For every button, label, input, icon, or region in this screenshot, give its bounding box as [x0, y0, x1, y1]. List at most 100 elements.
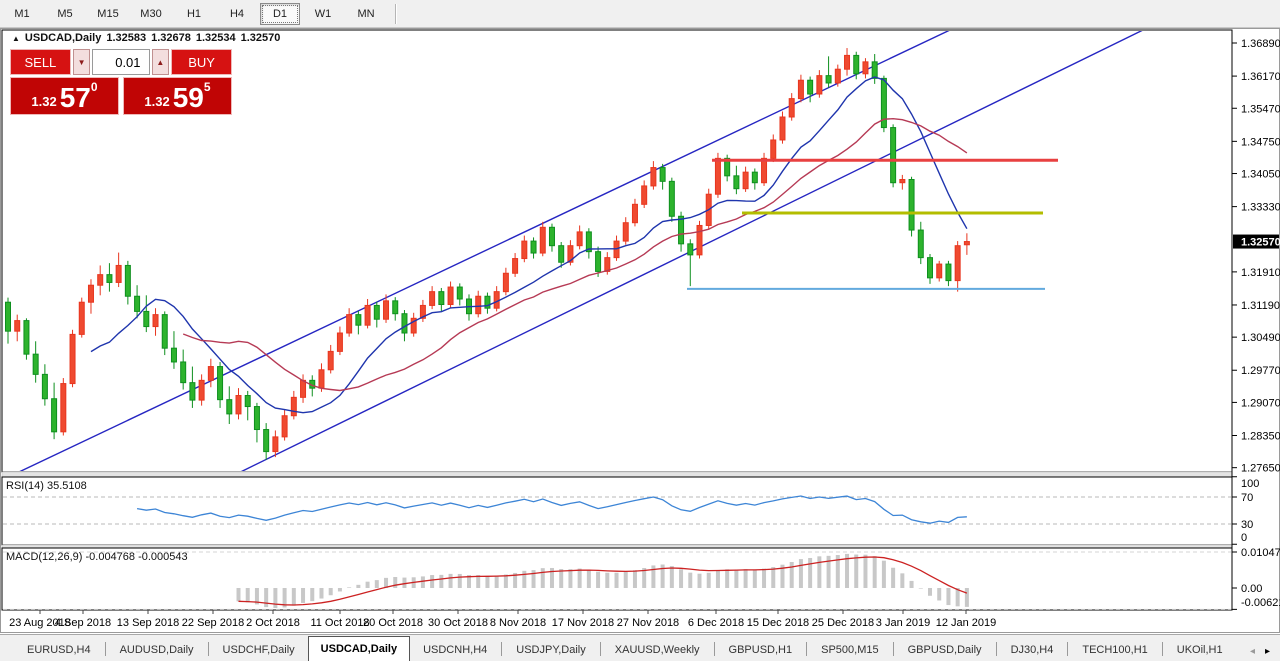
price-axis-tick: 1.30490	[1241, 332, 1280, 344]
price-axis-tick: 1.35470	[1241, 103, 1280, 115]
chart-tab-EURUSD-H4[interactable]: EURUSD,H4	[14, 638, 104, 660]
sell-price-button[interactable]: 1.32 57 0	[10, 77, 119, 115]
tab-separator	[105, 642, 106, 656]
rsi-axis-tick: 100	[1241, 478, 1259, 490]
date-axis-label: 22 Sep 2018	[182, 617, 244, 629]
buy-price-pips: 59	[173, 85, 204, 111]
tab-separator	[714, 642, 715, 656]
arrow-up-icon: ▲	[156, 58, 164, 67]
rsi-axis-tick: 70	[1241, 492, 1253, 504]
macd-axis-tick: 0.00	[1241, 583, 1262, 595]
date-axis-label: 15 Dec 2018	[747, 617, 809, 629]
chart-tab-USDCHF-Daily[interactable]: USDCHF,Daily	[210, 638, 308, 660]
sell-button[interactable]: SELL	[10, 49, 71, 75]
volume-increase-button[interactable]: ▲	[152, 49, 170, 75]
arrow-down-icon: ▼	[78, 58, 86, 67]
date-axis-label: 11 Oct 2018	[310, 617, 369, 629]
chart-title: ▲ USDCAD,Daily 1.32583 1.32678 1.32534 1…	[12, 32, 280, 44]
volume-decrease-button[interactable]: ▼	[73, 49, 91, 75]
tab-separator	[208, 642, 209, 656]
timeframe-button-M5[interactable]: M5	[45, 3, 85, 25]
timeframe-button-H4[interactable]: H4	[217, 3, 257, 25]
timeframe-button-M15[interactable]: M15	[88, 3, 128, 25]
date-axis-label: 20 Oct 2018	[363, 617, 423, 629]
date-axis-label: 25 Dec 2018	[812, 617, 874, 629]
price-axis-tick: 1.34050	[1241, 169, 1280, 181]
timeframe-button-D1[interactable]: D1	[260, 3, 300, 25]
chart-tab-SP500-M15[interactable]: SP500,M15	[808, 638, 891, 660]
tab-separator	[806, 642, 807, 656]
chart-tab-UKOil-H1[interactable]: UKOil,H1	[1164, 638, 1236, 660]
one-click-trading-panel: SELL ▼ 0.01 ▲ BUY 1.32 57 0 1.32 59	[10, 49, 232, 115]
rsi-axis-tick: 30	[1241, 519, 1253, 531]
collapse-triangle-icon[interactable]: ▲	[12, 34, 20, 43]
macd-axis-tick: -0.006218	[1241, 597, 1280, 609]
volume-input[interactable]: 0.01	[92, 49, 149, 75]
tab-separator	[501, 642, 502, 656]
chart-tab-GBPUSD-H1[interactable]: GBPUSD,H1	[716, 638, 806, 660]
date-axis-label: 3 Jan 2019	[876, 617, 930, 629]
rsi-value: 35.5108	[47, 480, 87, 492]
timeframe-button-H1[interactable]: H1	[174, 3, 214, 25]
chart-tab-DJ30-H4[interactable]: DJ30,H4	[998, 638, 1067, 660]
macd-main-value: -0.004768	[85, 551, 135, 563]
timeframe-button-M1[interactable]: M1	[2, 3, 42, 25]
buy-price-point: 5	[204, 80, 211, 94]
date-axis-label: 4 Sep 2018	[55, 617, 111, 629]
chart-tab-XAUUSD-Weekly[interactable]: XAUUSD,Weekly	[602, 638, 713, 660]
timeframe-button-W1[interactable]: W1	[303, 3, 343, 25]
date-axis-label: 13 Sep 2018	[117, 617, 179, 629]
chart-canvas[interactable]: 1.36890 1.36170 1.35470 1.34750 1.34050 1.333…	[0, 28, 1280, 634]
price-axis-tick: 1.33330	[1241, 202, 1280, 214]
chart-tab-TECH100-H1[interactable]: TECH100,H1	[1069, 638, 1160, 660]
date-axis-label: 8 Nov 2018	[490, 617, 546, 629]
chart-tab-bar: EURUSD,H4AUDUSD,DailyUSDCHF,DailyUSDCAD,…	[0, 634, 1280, 661]
price-axis-tick: 1.36170	[1241, 71, 1280, 83]
price-axis-tick: 1.31910	[1241, 267, 1280, 279]
mt4-terminal: M1M5M15M30H1H4D1W1MN 1.36890 1.36170 1.354…	[0, 0, 1280, 661]
readout-close: 1.32570	[241, 32, 281, 44]
readout-high: 1.32678	[151, 32, 191, 44]
toolbar-separator	[395, 4, 397, 24]
chart-tab-GBPUSD-Daily[interactable]: GBPUSD,Daily	[895, 638, 995, 660]
tab-scroll-right-icon[interactable]: ▸	[1265, 646, 1270, 657]
readout-low: 1.32534	[196, 32, 236, 44]
buy-price-base: 1.32	[144, 94, 169, 109]
chart-tab-USDCNH-H4[interactable]: USDCNH,H4	[410, 638, 500, 660]
sell-price-point: 0	[91, 80, 98, 94]
date-axis-label: 6 Dec 2018	[688, 617, 744, 629]
price-axis-tick: 1.36890	[1241, 38, 1280, 50]
chart-tab-USDJPY-Daily[interactable]: USDJPY,Daily	[503, 638, 599, 660]
timeframe-button-MN[interactable]: MN	[346, 3, 386, 25]
macd-label: MACD(12,26,9) -0.004768 -0.000543	[6, 551, 188, 563]
macd-axis-tick: 0.010474	[1241, 547, 1280, 559]
current-price-tag: 1.32570	[1241, 237, 1280, 249]
tab-scroll-arrows: ◂▸	[1240, 646, 1280, 661]
date-axis-label: 17 Nov 2018	[552, 617, 614, 629]
date-axis-label: 12 Jan 2019	[936, 617, 997, 629]
date-axis-label: 30 Oct 2018	[428, 617, 488, 629]
tab-separator	[1067, 642, 1068, 656]
sell-price-pips: 57	[60, 85, 91, 111]
price-axis-tick: 1.31190	[1241, 300, 1280, 312]
rsi-label: RSI(14) 35.5108	[6, 480, 87, 492]
price-axis-tick: 1.34750	[1241, 136, 1280, 148]
tab-separator	[1162, 642, 1163, 656]
date-axis-label: 27 Nov 2018	[617, 617, 679, 629]
date-axis-label: 2 Oct 2018	[246, 617, 300, 629]
buy-price-button[interactable]: 1.32 59 5	[123, 77, 232, 115]
rsi-axis-tick: 0	[1241, 532, 1247, 544]
sell-price-base: 1.32	[31, 94, 56, 109]
timeframe-toolbar: M1M5M15M30H1H4D1W1MN	[0, 0, 1280, 28]
price-axis-tick: 1.27650	[1241, 463, 1280, 475]
price-axis-tick: 1.29070	[1241, 397, 1280, 409]
tab-separator	[600, 642, 601, 656]
chart-tab-AUDUSD-Daily[interactable]: AUDUSD,Daily	[107, 638, 207, 660]
macd-signal-value: -0.000543	[138, 551, 188, 563]
chart-window: 1.36890 1.36170 1.35470 1.34750 1.34050 1.333…	[0, 28, 1280, 634]
tab-scroll-left-icon[interactable]: ◂	[1250, 646, 1255, 657]
timeframe-button-M30[interactable]: M30	[131, 3, 171, 25]
chart-tab-USDCAD-Daily[interactable]: USDCAD,Daily	[308, 636, 410, 661]
tab-separator	[893, 642, 894, 656]
buy-button[interactable]: BUY	[171, 49, 232, 75]
